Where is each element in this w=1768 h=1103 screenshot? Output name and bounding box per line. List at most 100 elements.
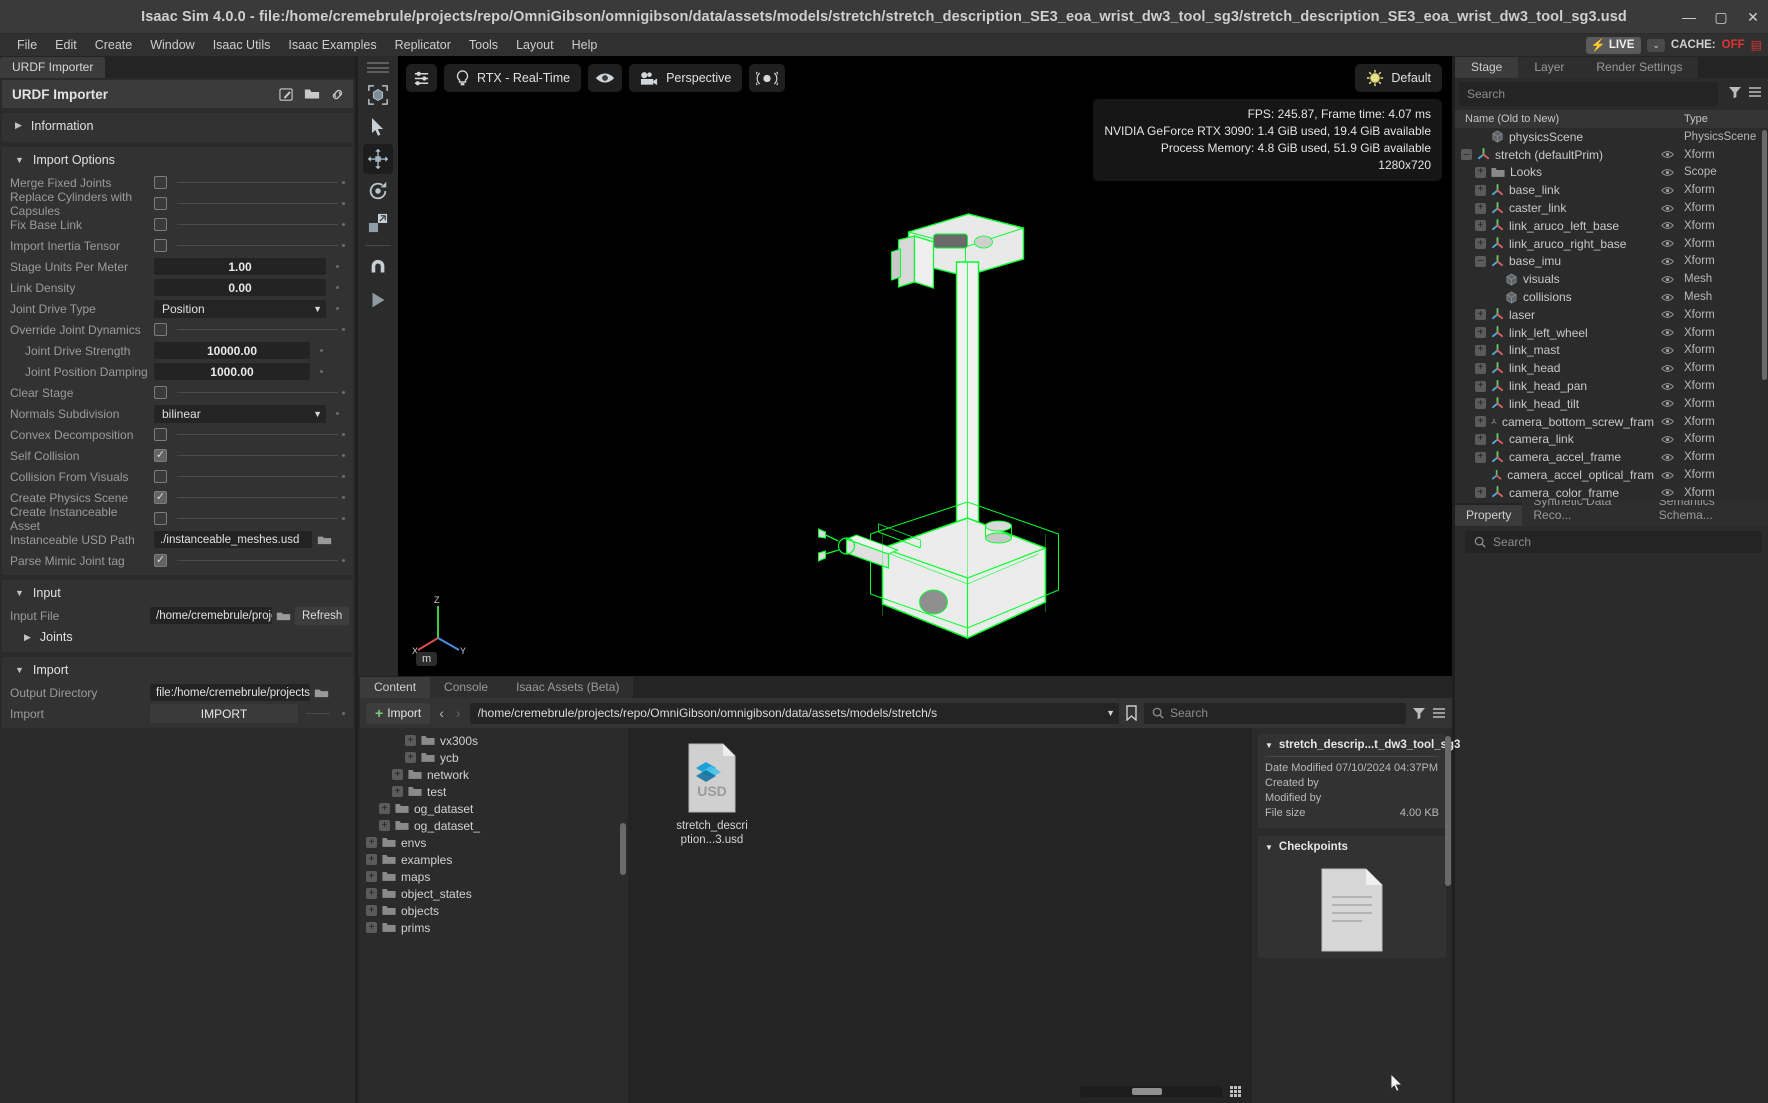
file-item-usd[interactable]: USD stretch_descri ption...3.usd xyxy=(666,742,758,847)
number-field-joint-position-damping[interactable]: 1000.00 xyxy=(154,363,310,380)
stage-tree-row[interactable]: +caster_linkXform xyxy=(1455,199,1768,217)
dropdown-joint-drive-type[interactable]: Position▼ xyxy=(154,300,326,318)
toolbar-drag-handle[interactable] xyxy=(367,62,389,73)
folder-tree-item[interactable]: +maps xyxy=(360,868,628,885)
row-visibility-toggle[interactable] xyxy=(1654,471,1680,480)
row-visibility-toggle[interactable] xyxy=(1654,221,1680,230)
folder-tree-item[interactable]: +og_dataset xyxy=(360,800,628,817)
menu-file[interactable]: File xyxy=(8,36,46,54)
row-visibility-toggle[interactable] xyxy=(1654,328,1680,337)
content-search-input[interactable]: Search xyxy=(1144,703,1406,724)
expand-plus-icon[interactable]: + xyxy=(379,803,390,814)
grid-view-toggle-icon[interactable] xyxy=(1230,1086,1244,1097)
number-field-link-density[interactable]: 0.00 xyxy=(154,279,326,296)
chevron-down-icon[interactable]: ▼ xyxy=(1265,741,1273,750)
expand-plus-icon[interactable]: + xyxy=(1475,345,1486,356)
content-folder-tree[interactable]: +vx300s+ycb+network+test+og_dataset+og_d… xyxy=(360,728,628,1103)
stage-tree-row[interactable]: +camera_linkXform xyxy=(1455,431,1768,449)
menu-help[interactable]: Help xyxy=(563,36,607,54)
row-visibility-toggle[interactable] xyxy=(1654,435,1680,444)
section-information-header[interactable]: ▶ Information xyxy=(2,113,353,138)
stage-tree-row[interactable]: +camera_bottom_screw_framXform xyxy=(1455,413,1768,431)
folder-tree-item[interactable]: +vx300s xyxy=(360,732,628,749)
menu-layout[interactable]: Layout xyxy=(507,36,563,54)
folder-tree-item[interactable]: +ycb xyxy=(360,749,628,766)
stage-search-input[interactable]: Search xyxy=(1459,82,1718,106)
menu-replicator[interactable]: Replicator xyxy=(386,36,460,54)
folder-tree-item[interactable]: +prims xyxy=(360,919,628,936)
renderer-selector[interactable]: RTX - Real-Time xyxy=(444,64,581,92)
row-visibility-toggle[interactable] xyxy=(1654,239,1680,248)
close-button[interactable]: ✕ xyxy=(1746,10,1760,24)
expand-plus-icon[interactable]: + xyxy=(1475,220,1486,231)
expand-plus-icon[interactable]: + xyxy=(1475,381,1486,392)
camera-selector[interactable]: Perspective xyxy=(629,64,742,92)
output-directory-browse-icon[interactable] xyxy=(313,684,330,701)
move-translate-icon[interactable] xyxy=(363,144,393,174)
stage-tree-row[interactable]: +LooksScope xyxy=(1455,164,1768,182)
chevron-down-icon[interactable]: ▼ xyxy=(1265,843,1273,852)
open-folder-icon[interactable] xyxy=(304,87,320,101)
eye-visibility-icon[interactable] xyxy=(1661,399,1674,408)
nav-back-icon[interactable]: ‹ xyxy=(436,705,447,721)
expand-plus-icon[interactable]: + xyxy=(1475,487,1486,498)
expand-plus-icon[interactable]: + xyxy=(1475,434,1486,445)
input-file-browse-icon[interactable] xyxy=(275,607,292,624)
refresh-button[interactable]: Refresh xyxy=(295,607,349,625)
expand-plus-icon[interactable]: + xyxy=(1475,167,1486,178)
expand-plus-icon[interactable]: + xyxy=(392,769,403,780)
checkbox-create-instanceable-asset[interactable] xyxy=(154,512,167,525)
checkbox-collision-from-visuals[interactable] xyxy=(154,470,167,483)
expand-plus-icon[interactable]: + xyxy=(1475,363,1486,374)
stage-tree-row[interactable]: +link_aruco_right_baseXform xyxy=(1455,235,1768,253)
column-type-label[interactable]: Type xyxy=(1680,113,1768,125)
eye-visibility-icon[interactable] xyxy=(1661,453,1674,462)
checkbox-override-joint-dynamics[interactable] xyxy=(154,323,167,336)
tab-content[interactable]: Content xyxy=(360,677,430,698)
row-visibility-toggle[interactable] xyxy=(1654,364,1680,373)
row-visibility-toggle[interactable] xyxy=(1654,186,1680,195)
options-menu-icon[interactable] xyxy=(1748,86,1762,98)
lighting-mode-icon[interactable] xyxy=(749,64,785,92)
stage-tree-row[interactable]: +link_aruco_left_baseXform xyxy=(1455,217,1768,235)
row-visibility-toggle[interactable] xyxy=(1654,453,1680,462)
eye-visibility-icon[interactable] xyxy=(1661,435,1674,444)
play-icon[interactable] xyxy=(363,285,393,315)
expand-plus-icon[interactable]: + xyxy=(366,905,377,916)
folder-tree-item[interactable]: +object_states xyxy=(360,885,628,902)
checkbox-fix-base-link[interactable] xyxy=(154,218,167,231)
folder-tree-item[interactable]: +og_dataset_ xyxy=(360,817,628,834)
expand-plus-icon[interactable]: + xyxy=(1475,309,1486,320)
eye-visibility-icon[interactable] xyxy=(1661,346,1674,355)
minimize-button[interactable]: — xyxy=(1682,10,1696,24)
path-field-instanceable-usd[interactable]: ./instanceable_meshes.usd xyxy=(154,531,312,548)
folder-tree-item[interactable]: +examples xyxy=(360,851,628,868)
row-visibility-toggle[interactable] xyxy=(1654,293,1680,302)
eye-visibility-icon[interactable] xyxy=(1661,310,1674,319)
input-file-field[interactable]: /home/cremebrule/proje xyxy=(150,607,272,624)
expand-plus-icon[interactable]: + xyxy=(1475,327,1486,338)
checkbox-merge-fixed-joints[interactable] xyxy=(154,176,167,189)
eye-visibility-icon[interactable] xyxy=(1661,257,1674,266)
render-settings-sliders-icon[interactable] xyxy=(406,64,437,92)
menu-window[interactable]: Window xyxy=(141,36,203,54)
link-chain-icon[interactable] xyxy=(330,87,345,102)
edit-pencil-icon[interactable] xyxy=(279,87,294,102)
thumbnail-size-slider[interactable] xyxy=(1080,1086,1222,1097)
path-dropdown-caret-icon[interactable]: ▼ xyxy=(1102,708,1115,718)
maximize-button[interactable]: ▢ xyxy=(1714,10,1728,24)
stage-tree-row[interactable]: physicsScenePhysicsScene xyxy=(1455,128,1768,146)
filter-funnel-icon[interactable] xyxy=(1728,85,1742,99)
menu-edit[interactable]: Edit xyxy=(46,36,86,54)
folder-tree-item[interactable]: +test xyxy=(360,783,628,800)
chevron-down-icon[interactable]: ▼ xyxy=(313,304,322,314)
eye-visibility-icon[interactable] xyxy=(1661,275,1674,284)
stage-tree-row[interactable]: +link_headXform xyxy=(1455,359,1768,377)
stage-tree-row[interactable]: +link_mastXform xyxy=(1455,342,1768,360)
content-import-button[interactable]: + Import xyxy=(366,703,430,724)
row-visibility-toggle[interactable] xyxy=(1654,399,1680,408)
chevron-down-icon[interactable]: ▼ xyxy=(313,409,322,419)
viewport-3d[interactable]: RTX - Real-Time Perspective xyxy=(398,56,1452,676)
subsection-joints-header[interactable]: ▶ Joints xyxy=(2,626,353,648)
expand-plus-icon[interactable]: + xyxy=(405,735,416,746)
